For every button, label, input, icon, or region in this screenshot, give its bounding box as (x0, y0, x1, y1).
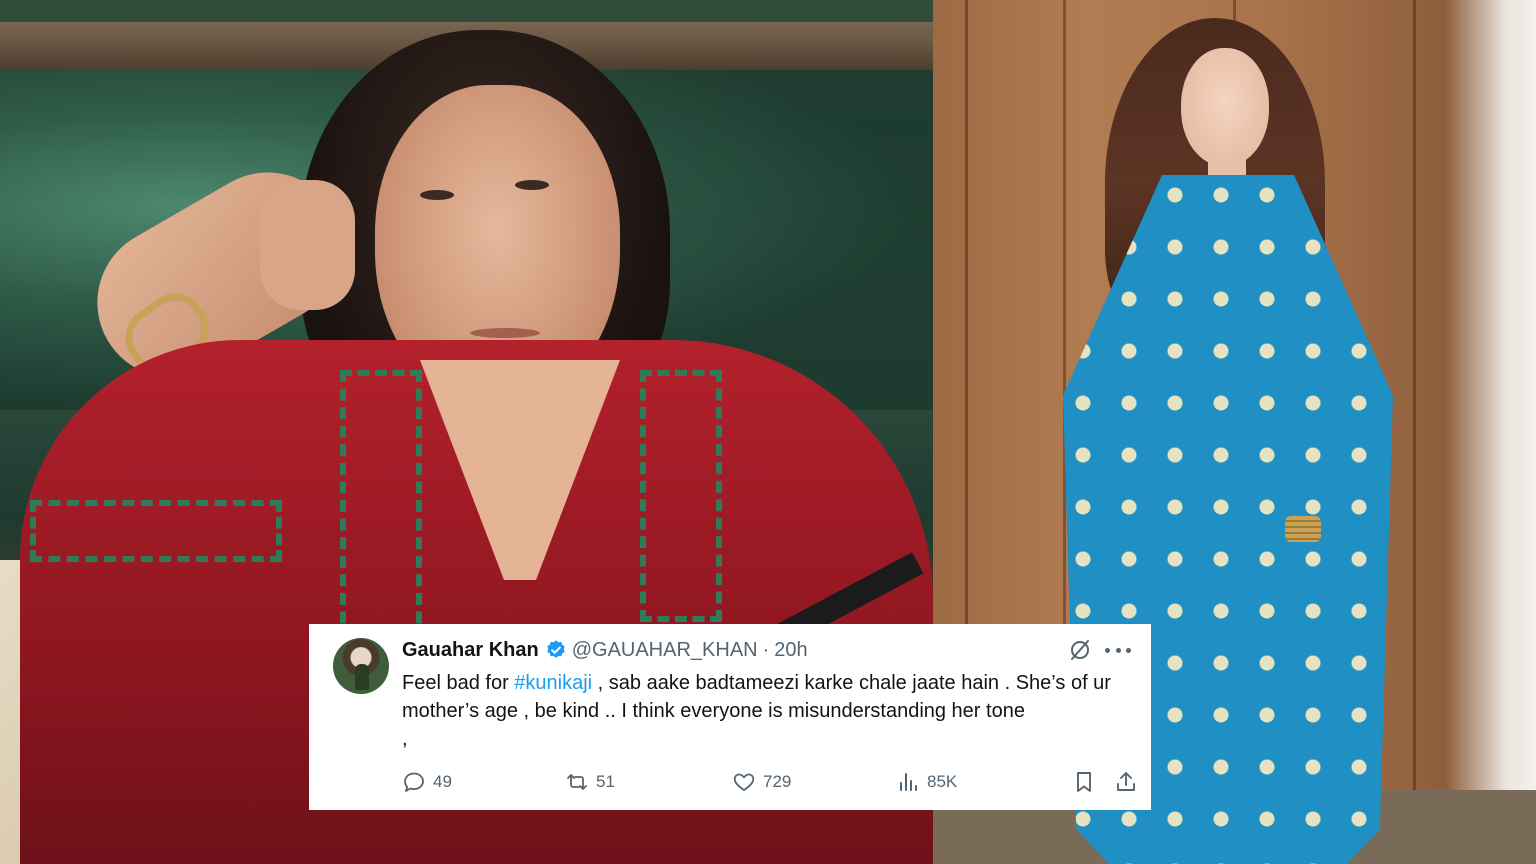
like-button[interactable]: 729 (732, 770, 791, 794)
tweet-header: Gauahar Khan @GAUAHAR_KHAN · 20h (402, 638, 808, 662)
reply-count: 49 (433, 772, 452, 791)
reply-button[interactable]: 49 (402, 770, 452, 794)
beam-top-strip (0, 0, 933, 22)
embroidery-right (640, 370, 722, 622)
embroidery-left (340, 370, 422, 642)
bookmark-button[interactable] (1072, 770, 1096, 794)
embroidery-sleeve (30, 500, 282, 562)
action-bar: 49 51 729 85K (402, 770, 1137, 794)
reply-icon (404, 772, 424, 792)
bookmark-icon (1077, 772, 1091, 792)
like-icon (733, 773, 755, 791)
hashtag-link[interactable]: #kunikaji (514, 672, 592, 694)
door-panel-line (1413, 0, 1416, 864)
verified-badge-icon (546, 640, 565, 658)
hand (260, 180, 355, 310)
left-eye (420, 190, 454, 200)
author-name[interactable]: Gauahar Khan (402, 639, 539, 662)
repost-icon (567, 774, 587, 790)
views-icon (900, 773, 917, 791)
author-handle[interactable]: @GAUAHAR_KHAN (572, 639, 758, 662)
mouth (470, 328, 540, 338)
right-eye (515, 180, 549, 190)
share-icon (1117, 772, 1135, 791)
tweet-text: Feel bad for #kunikaji , sab aake badtam… (402, 669, 1137, 753)
like-count: 729 (763, 772, 792, 791)
separator: · (762, 638, 770, 661)
more-icon[interactable] (1105, 648, 1131, 654)
repost-button[interactable]: 51 (565, 770, 615, 794)
face (1181, 48, 1269, 166)
views-button[interactable]: 85K (896, 770, 957, 794)
grok-icon[interactable] (1068, 638, 1092, 662)
timestamp[interactable]: 20h (774, 639, 807, 662)
share-button[interactable] (1114, 770, 1138, 794)
tweet-text-start: Feel bad for (402, 672, 515, 694)
tweet-card[interactable]: Gauahar Khan @GAUAHAR_KHAN · 20h Feel ba… (309, 624, 1151, 810)
avatar[interactable] (333, 638, 389, 694)
views-count: 85K (927, 772, 958, 791)
repost-count: 51 (596, 772, 615, 791)
gold-bangles (1285, 516, 1321, 542)
